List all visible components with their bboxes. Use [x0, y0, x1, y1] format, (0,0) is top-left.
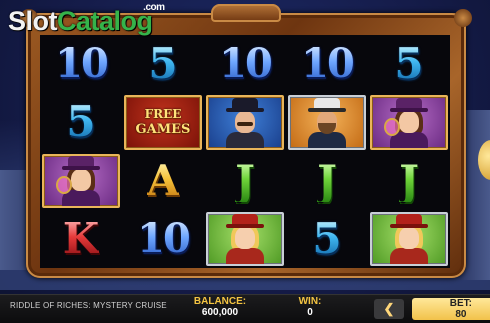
symbol-glyph: 5: [66, 97, 96, 147]
win-display: WIN: 0: [290, 296, 330, 318]
symbol-J: J: [286, 152, 368, 210]
symbol-glyph: K: [62, 213, 100, 263]
symbol-lady-monocle: [40, 152, 122, 210]
symbol-lady-monocle: [368, 93, 450, 151]
symbol-J: J: [368, 152, 450, 210]
symbol-glyph: A: [146, 155, 180, 205]
symbol-10: 10: [204, 35, 286, 93]
symbol-glyph: 10: [137, 214, 191, 262]
symbol-5: 5: [122, 35, 204, 93]
symbol-glyph: 5: [148, 39, 178, 89]
symbol-glyph: J: [235, 155, 255, 205]
site-logo: SlotCatalog .com: [8, 2, 165, 37]
symbol-10: 10: [40, 35, 122, 93]
blonde-lady-portrait: [206, 211, 284, 266]
symbol-10: 10: [286, 35, 368, 93]
symbol-free-games: FREE GAMES: [122, 93, 204, 151]
games-label: GAMES: [135, 122, 191, 138]
symbol-glyph: 10: [301, 40, 355, 88]
lady-monocle-portrait: [370, 95, 448, 150]
symbol-blonde-lady: [204, 210, 286, 268]
symbol-A: A: [122, 152, 204, 210]
captain-portrait: [288, 95, 366, 150]
symbol-glyph: 10: [55, 40, 109, 88]
balance-display: BALANCE: 600,000: [190, 296, 250, 318]
lady-monocle-portrait: [42, 153, 120, 208]
symbol-glyph: 10: [219, 40, 273, 88]
balance-label: BALANCE:: [193, 296, 247, 307]
reel-grid: 10 5 10 10 5 5 FREE GAMES A J J J K 10 5: [40, 35, 450, 268]
frame-crest: [211, 4, 281, 22]
detective-portrait: [206, 95, 284, 150]
symbol-J: J: [204, 152, 286, 210]
bet-label: BET:: [449, 298, 472, 309]
symbol-glyph: J: [399, 155, 419, 205]
balance-value: 600,000: [201, 307, 239, 318]
free-games-label: FREE GAMES: [126, 107, 200, 137]
symbol-captain: [286, 93, 368, 151]
bet-decrease-button[interactable]: ❮: [374, 299, 404, 319]
bottom-bar: RIDDLE OF RICHES: MYSTERY CRUISE BALANCE…: [0, 294, 490, 323]
symbol-5: 5: [368, 35, 450, 93]
symbol-5: 5: [286, 210, 368, 268]
symbol-glyph: 5: [312, 213, 342, 263]
logo-catalog: Catalog: [57, 6, 153, 36]
blonde-lady-portrait: [370, 211, 448, 266]
symbol-blonde-lady: [368, 210, 450, 268]
lady-monocle-icon: [56, 154, 104, 206]
logo-slot: Slot: [8, 6, 58, 36]
free-games-tile: FREE GAMES: [124, 95, 202, 150]
free-label: FREE: [144, 107, 182, 122]
blonde-lady-icon: [222, 212, 268, 264]
blonde-lady-icon: [386, 212, 432, 264]
symbol-K: K: [40, 210, 122, 268]
logo-com: .com: [143, 2, 165, 13]
symbol-glyph: J: [317, 155, 337, 205]
bet-value: 80: [455, 309, 467, 320]
captain-icon: [304, 96, 350, 148]
symbol-detective: [204, 93, 286, 151]
detective-icon: [222, 96, 268, 148]
game-title: RIDDLE OF RICHES: MYSTERY CRUISE: [10, 301, 167, 310]
symbol-5: 5: [40, 93, 122, 151]
win-label: WIN:: [298, 296, 322, 307]
lady-monocle-icon: [384, 96, 432, 148]
symbol-glyph: 5: [394, 39, 424, 89]
win-value: 0: [307, 307, 313, 318]
bet-selector[interactable]: BET: 80: [412, 298, 490, 320]
symbol-10: 10: [122, 210, 204, 268]
